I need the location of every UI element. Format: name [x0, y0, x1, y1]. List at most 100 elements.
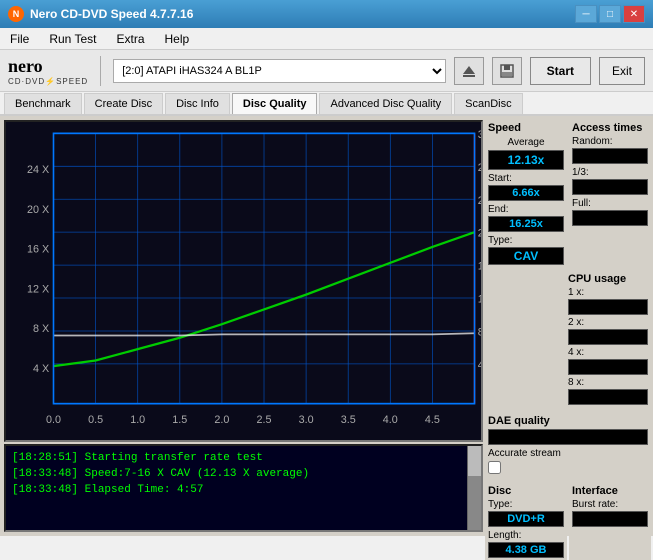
svg-text:12 X: 12 X — [27, 283, 50, 295]
dae-panel: DAE quality Accurate stream — [485, 413, 651, 479]
nero-logo-subtitle: CD·DVD⚡SPEED — [8, 77, 88, 86]
accurate-stream-checkbox[interactable] — [488, 461, 501, 474]
dae-value — [488, 429, 648, 445]
tab-disc-quality[interactable]: Disc Quality — [232, 93, 318, 114]
disc-panel: Disc Type: DVD+R Length: 4.38 GB — [485, 483, 567, 560]
svg-text:0.0: 0.0 — [46, 414, 61, 426]
svg-text:0.5: 0.5 — [88, 414, 103, 426]
nero-logo-text: nero — [8, 56, 43, 77]
random-value — [572, 148, 648, 164]
minimize-button[interactable]: ─ — [575, 5, 597, 23]
chart-svg: 24 X 20 X 16 X 12 X 8 X 4 X 32 28 24 20 … — [6, 122, 481, 440]
toolbar-divider — [100, 56, 101, 86]
maximize-button[interactable]: □ — [599, 5, 621, 23]
random-label: Random: — [572, 136, 648, 147]
menu-help[interactable]: Help — [159, 30, 196, 48]
accurate-stream-label: Accurate stream — [488, 448, 648, 459]
svg-text:16 X: 16 X — [27, 243, 50, 255]
svg-text:24 X: 24 X — [27, 164, 50, 176]
eject-button[interactable] — [454, 57, 484, 85]
log-area: [18:28:51] Starting transfer rate test [… — [4, 444, 483, 532]
cpu-8x-value — [568, 389, 648, 405]
interface-panel: Interface Burst rate: — [569, 483, 651, 560]
svg-text:20: 20 — [478, 227, 481, 239]
speed-type-label: Type: — [488, 235, 564, 246]
menu-run-test[interactable]: Run Test — [43, 30, 102, 48]
tab-scandisc[interactable]: ScanDisc — [454, 93, 522, 114]
close-button[interactable]: ✕ — [623, 5, 645, 23]
log-entries: [18:28:51] Starting transfer rate test [… — [6, 446, 467, 530]
cpu-1x-value — [568, 299, 648, 315]
right-panel: Speed Average 12.13x Start: 6.66x End: 1… — [483, 116, 653, 536]
save-icon — [499, 63, 515, 79]
speed-panel: Speed Average 12.13x Start: 6.66x End: 1… — [485, 120, 567, 267]
svg-text:2.0: 2.0 — [214, 414, 229, 426]
speed-start-label: Start: — [488, 173, 564, 184]
drive-select[interactable]: [2:0] ATAPI iHAS324 A BL1P — [113, 59, 445, 83]
menu-file[interactable]: File — [4, 30, 35, 48]
svg-text:1.0: 1.0 — [130, 414, 145, 426]
access-times-panel: Access times Random: 1/3: Full: — [569, 120, 651, 267]
svg-text:8: 8 — [478, 326, 481, 338]
nero-logo: nero CD·DVD⚡SPEED — [8, 56, 88, 86]
svg-text:32: 32 — [478, 129, 481, 141]
speed-average-value: 12.13x — [488, 150, 564, 170]
full-value — [572, 210, 648, 226]
svg-text:4.0: 4.0 — [383, 414, 398, 426]
cpu-panel: CPU usage 1 x: 2 x: 4 x: 8 x: — [565, 271, 651, 409]
cpu-4x-label: 4 x: — [568, 347, 648, 358]
disc-type-value: DVD+R — [488, 511, 564, 527]
svg-text:12: 12 — [478, 293, 481, 305]
save-button[interactable] — [492, 57, 522, 85]
svg-text:2.5: 2.5 — [257, 414, 272, 426]
title-bar: N Nero CD-DVD Speed 4.7.7.16 ─ □ ✕ — [0, 0, 653, 28]
cpu-2x-value — [568, 329, 648, 345]
svg-text:4.5: 4.5 — [425, 414, 440, 426]
tab-benchmark[interactable]: Benchmark — [4, 93, 82, 114]
eject-icon — [461, 63, 477, 79]
tab-disc-info[interactable]: Disc Info — [165, 93, 230, 114]
tab-bar: Benchmark Create Disc Disc Info Disc Qua… — [0, 92, 653, 116]
main-content: 24 X 20 X 16 X 12 X 8 X 4 X 32 28 24 20 … — [0, 116, 653, 536]
speed-average-label: Average — [488, 136, 564, 148]
log-entry-1: [18:33:48] Speed:7-16 X CAV (12.13 X ave… — [12, 466, 461, 482]
burst-rate-value — [572, 511, 648, 527]
interface-title: Interface — [572, 485, 648, 497]
svg-text:4: 4 — [478, 359, 481, 371]
accurate-stream-row — [488, 461, 648, 477]
disc-length-value: 4.38 GB — [488, 542, 564, 558]
chart-log-area: 24 X 20 X 16 X 12 X 8 X 4 X 32 28 24 20 … — [4, 120, 483, 532]
disc-interface-row: Disc Type: DVD+R Length: 4.38 GB Interfa… — [485, 483, 651, 560]
svg-text:8 X: 8 X — [33, 323, 50, 335]
app-icon: N — [8, 6, 24, 22]
cpu-4x-value — [568, 359, 648, 375]
svg-text:1.5: 1.5 — [172, 414, 187, 426]
disc-title: Disc — [488, 485, 564, 497]
svg-text:3.0: 3.0 — [299, 414, 314, 426]
speed-access-row: Speed Average 12.13x Start: 6.66x End: 1… — [485, 120, 651, 267]
toolbar: nero CD·DVD⚡SPEED [2:0] ATAPI iHAS324 A … — [0, 50, 653, 92]
svg-text:28: 28 — [478, 162, 481, 174]
tab-create-disc[interactable]: Create Disc — [84, 93, 163, 114]
log-entry-0: [18:28:51] Starting transfer rate test — [12, 450, 461, 466]
speed-end-value: 16.25x — [488, 216, 564, 232]
menu-extra[interactable]: Extra — [110, 30, 150, 48]
log-scrollbar[interactable] — [467, 446, 481, 530]
one-third-label: 1/3: — [572, 167, 648, 178]
cpu-title: CPU usage — [568, 273, 648, 285]
speed-start-value: 6.66x — [488, 185, 564, 201]
title-bar-left: N Nero CD-DVD Speed 4.7.7.16 — [8, 6, 193, 22]
log-entry-2: [18:33:48] Elapsed Time: 4:57 — [12, 482, 461, 498]
title-bar-controls[interactable]: ─ □ ✕ — [575, 5, 645, 23]
tab-advanced-disc-quality[interactable]: Advanced Disc Quality — [319, 93, 452, 114]
chart-container: 24 X 20 X 16 X 12 X 8 X 4 X 32 28 24 20 … — [4, 120, 483, 442]
exit-button[interactable]: Exit — [599, 57, 645, 85]
burst-rate-label: Burst rate: — [572, 499, 648, 510]
speed-title: Speed — [488, 122, 564, 134]
start-button[interactable]: Start — [530, 57, 591, 85]
menu-bar: File Run Test Extra Help — [0, 28, 653, 50]
svg-text:20 X: 20 X — [27, 204, 50, 216]
cpu-8x-label: 8 x: — [568, 377, 648, 388]
access-times-title: Access times — [572, 122, 648, 134]
dae-title: DAE quality — [488, 415, 648, 427]
